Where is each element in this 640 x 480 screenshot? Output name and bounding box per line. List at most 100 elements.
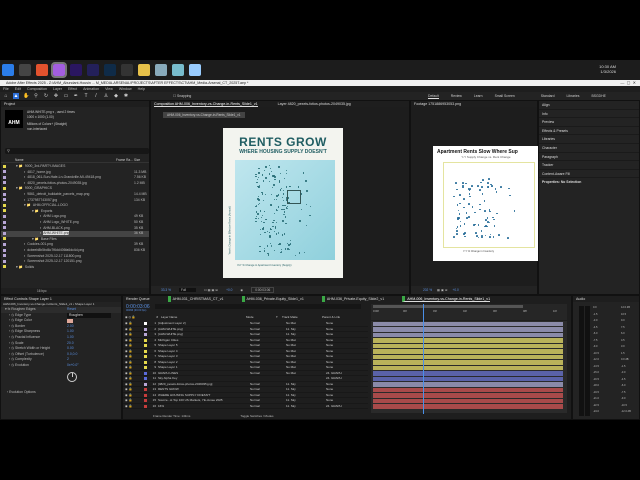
panel-align[interactable]: Align	[539, 101, 639, 110]
label-color[interactable]	[144, 377, 147, 380]
layer-name[interactable]: [AHM-WHITE.png]	[158, 332, 250, 337]
toggle-switches-modes[interactable]: Toggle Switches / Modes	[240, 414, 273, 419]
visibility-toggle[interactable]: ◉ 🔒	[123, 354, 141, 359]
file-explorer-icon[interactable]	[138, 64, 150, 76]
workspace-review[interactable]: Review	[451, 94, 462, 99]
zoom-tool-icon[interactable]: ⚲	[33, 93, 39, 99]
label-color[interactable]	[3, 248, 6, 252]
track-matte-dropdown[interactable]: 11. Sky	[286, 387, 326, 392]
resolution-dropdown[interactable]: Full	[178, 288, 197, 292]
track-matte-dropdown[interactable]: 11. Sky	[286, 332, 326, 337]
type-tool-icon[interactable]: T	[83, 93, 89, 99]
label-color[interactable]	[3, 181, 6, 185]
start-icon[interactable]	[2, 64, 14, 76]
layer-duration-bar[interactable]	[373, 404, 563, 409]
track-matte-dropdown[interactable]: No Mat	[286, 321, 326, 326]
col-mode[interactable]: Mode	[246, 315, 276, 320]
col-parent[interactable]: Parent & Link	[322, 315, 340, 320]
layer-name[interactable]: GRAPH LINES	[158, 371, 250, 376]
visibility-toggle[interactable]: ◉ 🔒	[123, 327, 141, 332]
layer-duration-bar[interactable]	[373, 354, 563, 359]
timeline-tab[interactable]: AHM-036_Private-Equity_Slide1_v1	[241, 296, 304, 302]
layer-name[interactable]: Shape Layer 4	[158, 349, 250, 354]
puppet-tool-icon[interactable]: ✱	[123, 93, 129, 99]
panel-content-aware-fill[interactable]: Content-Aware Fill	[539, 170, 639, 179]
layer-duration-bar[interactable]	[373, 360, 563, 365]
snapping-checkbox[interactable]: ☐ Snapping	[173, 94, 191, 98]
project-item[interactable]: ▾ 📁 Solids	[1, 265, 149, 271]
stamp-tool-icon[interactable]: ♙	[103, 93, 109, 99]
evolution-options[interactable]: › Evolution Options	[1, 390, 121, 396]
label-color[interactable]	[144, 382, 147, 386]
mode-dropdown[interactable]: Normal	[250, 327, 276, 332]
label-color[interactable]	[3, 186, 6, 190]
home-icon[interactable]: ⌂	[3, 93, 9, 99]
view-options-icons[interactable]: ⊡ ▦ ▣ ⊞	[204, 288, 218, 292]
layer-name[interactable]: Source...st Top 100 US Markets, YE-Junee…	[158, 398, 250, 403]
track-matte-dropdown[interactable]: No Mat	[286, 360, 326, 365]
exposure-value[interactable]: +0.0	[226, 288, 232, 292]
col-frame-rate[interactable]: Frame Ra...	[116, 157, 134, 162]
label-color[interactable]	[144, 399, 147, 402]
visibility-toggle[interactable]: ◉ 🔒	[123, 332, 141, 337]
mode-dropdown[interactable]: Normal	[250, 338, 276, 343]
photoshop-icon[interactable]	[104, 64, 116, 76]
track-matte-dropdown[interactable]: 11. Sky	[286, 404, 326, 409]
footage-magnification[interactable]: 202 %	[423, 288, 432, 292]
work-area-bar[interactable]	[373, 305, 523, 308]
visibility-toggle[interactable]: ◉ 🔒	[123, 376, 141, 381]
parent-dropdown[interactable]: None	[326, 360, 356, 365]
comp-breadcrumb[interactable]: AHM-006_Inventory-vs-Change-in-Rents_Sli…	[163, 112, 245, 118]
after-effects-icon[interactable]	[87, 64, 99, 76]
label-color[interactable]	[3, 192, 6, 196]
layer-row[interactable]: ◉ 🔒 16 16% Normal 11. Sky 24. GRAPH	[123, 404, 368, 409]
label-color[interactable]	[3, 231, 6, 235]
mode-dropdown[interactable]: Normal	[250, 332, 276, 337]
workspace-standard[interactable]: Standard	[541, 94, 555, 99]
layer-name[interactable]: [4820_pexels-fotios-photos-2049035.jpg]	[158, 382, 250, 387]
selection-tool-icon[interactable]: ▲	[13, 93, 19, 99]
layer-name[interactable]: [AHM-WHITE.png]	[158, 327, 250, 332]
layer-name[interactable]: 16%	[158, 404, 250, 409]
label-color[interactable]	[3, 265, 6, 269]
workspace-small-screen[interactable]: Small Screen	[495, 94, 515, 99]
layer-name[interactable]: Michigan Cities	[158, 338, 250, 343]
label-color[interactable]	[144, 371, 147, 375]
label-color[interactable]	[3, 254, 6, 258]
notepad-icon[interactable]	[189, 64, 201, 76]
label-color[interactable]	[144, 327, 147, 331]
pan-tool-icon[interactable]: ✥	[53, 93, 59, 99]
current-time-field[interactable]: 0:00:03:06	[251, 287, 275, 293]
property-value[interactable]: 0x+0.0°	[67, 363, 79, 369]
parent-dropdown[interactable]: None	[326, 343, 356, 348]
col-size[interactable]: Size	[134, 157, 140, 162]
visibility-toggle[interactable]: ◉ 🔒	[123, 321, 141, 326]
timeline-tab[interactable]: Render Queue	[126, 296, 150, 302]
layer-duration-bar[interactable]	[373, 343, 563, 348]
layer-name[interactable]: Sky Alpha Key	[158, 376, 250, 381]
label-color[interactable]	[3, 220, 6, 224]
visibility-toggle[interactable]: ◉ 🔒	[123, 404, 141, 409]
label-color[interactable]	[144, 404, 147, 408]
parent-dropdown[interactable]: None	[326, 321, 356, 326]
hand-tool-icon[interactable]: ✋	[23, 93, 29, 99]
layer-name[interactable]: WHERE HOUSING SUPPLY DOESN'T	[158, 393, 250, 398]
visibility-toggle[interactable]: ◉ 🔒	[123, 387, 141, 392]
label-color[interactable]	[144, 344, 147, 347]
pen-tool-icon[interactable]: ✒	[73, 93, 79, 99]
label-color[interactable]	[3, 170, 6, 174]
layer-tab[interactable]: Layer 4820_pexels-fotios-photos-2049035.…	[278, 101, 351, 107]
panel-effects-presets[interactable]: Effects & Presets	[539, 127, 639, 136]
label-color[interactable]	[3, 175, 6, 179]
mode-dropdown[interactable]: Normal	[250, 354, 276, 359]
mode-dropdown[interactable]: Normal	[250, 382, 276, 387]
layer-duration-bar[interactable]	[373, 327, 563, 332]
properties-panel[interactable]: Properties: No Selection	[539, 178, 639, 187]
label-color[interactable]	[3, 237, 6, 241]
layer-name[interactable]: Shape Layer 2	[158, 360, 250, 365]
parent-dropdown[interactable]: None	[326, 354, 356, 359]
layer-duration-bar[interactable]	[373, 321, 563, 326]
label-color[interactable]	[3, 226, 6, 230]
layer-name[interactable]: Shape Layer 5	[158, 343, 250, 348]
rectangle-tool-icon[interactable]: ▭	[63, 93, 69, 99]
